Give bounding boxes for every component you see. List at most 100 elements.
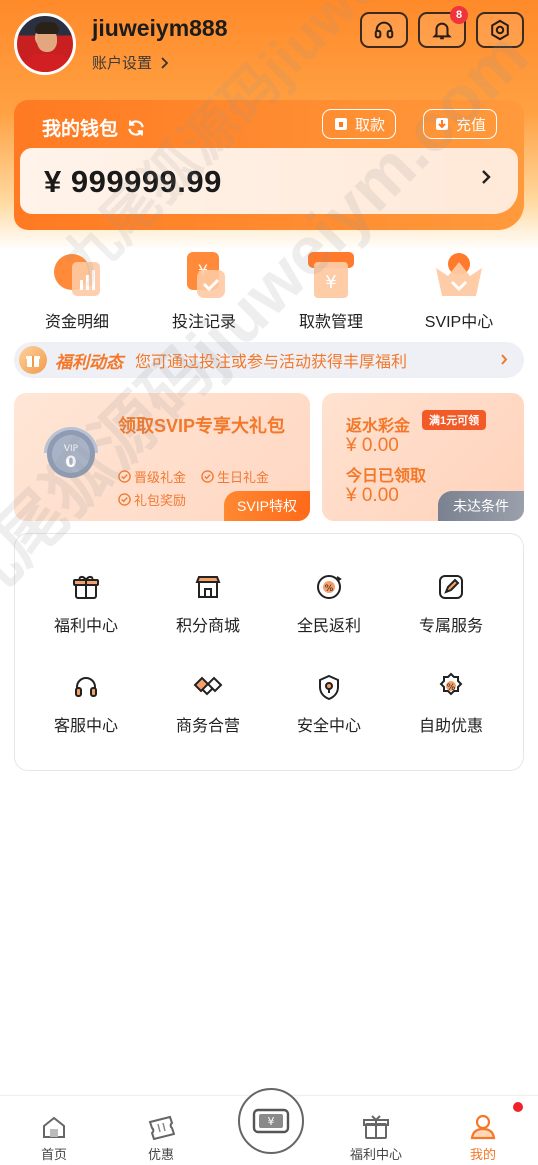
gift-icon bbox=[361, 1112, 391, 1142]
nav-promotions[interactable]: 优惠 bbox=[121, 1112, 201, 1163]
service-label: 自助优惠 bbox=[418, 718, 483, 735]
headset-icon bbox=[374, 21, 394, 39]
vip-tag: 晋级礼金 bbox=[118, 467, 186, 486]
customer-service-button[interactable] bbox=[360, 12, 408, 48]
service-label: 积分商城 bbox=[175, 618, 240, 635]
ticket-icon bbox=[146, 1112, 176, 1142]
vip-medal-icon: VIP 0 bbox=[40, 423, 102, 485]
service-points-mall[interactable]: 积分商城 bbox=[158, 570, 258, 636]
wallet-icon: ¥ bbox=[242, 1092, 300, 1150]
bell-icon bbox=[432, 22, 452, 40]
home-icon bbox=[39, 1112, 69, 1142]
account-settings-label: 账户设置 bbox=[92, 55, 153, 72]
headset-icon bbox=[69, 670, 103, 704]
user-icon bbox=[468, 1102, 523, 1142]
quick-label: SVIP中心 bbox=[424, 314, 494, 331]
rebate-value: ¥ 0.00 bbox=[346, 435, 399, 456]
services-grid: 福利中心 积分商城 % 全民返利 专属服务 客服中心 商务合营 安全中心 % 自… bbox=[14, 533, 524, 771]
gift-icon bbox=[19, 346, 47, 374]
nav-label: 福利中心 bbox=[349, 1147, 402, 1162]
vip-card-title: 领取SVIP专享大礼包 bbox=[118, 416, 286, 436]
today-claimed-value: ¥ 0.00 bbox=[346, 485, 399, 506]
refresh-icon[interactable] bbox=[126, 118, 146, 138]
service-self-discount[interactable]: % 自助优惠 bbox=[401, 670, 501, 736]
rebate-card[interactable]: 返水彩金 满1元可领 ¥ 0.00 今日已领取 ¥ 0.00 未达条件 bbox=[322, 393, 524, 521]
rebate-tag: 满1元可领 bbox=[422, 410, 487, 430]
store-icon bbox=[191, 570, 225, 604]
check-circle-icon bbox=[118, 493, 131, 506]
avatar[interactable] bbox=[14, 13, 76, 75]
service-label: 全民返利 bbox=[296, 618, 361, 635]
welfare-notice-bar[interactable]: 福利动态 您可通过投注或参与活动获得丰厚福利 bbox=[14, 342, 524, 378]
service-label: 客服中心 bbox=[53, 718, 118, 735]
nav-wallet-center-button[interactable]: ¥ bbox=[238, 1088, 304, 1154]
shield-icon bbox=[312, 670, 346, 704]
today-claimed-label: 今日已领取 bbox=[346, 468, 427, 485]
service-label: 安全中心 bbox=[296, 718, 361, 735]
rebate-label: 返水彩金 bbox=[346, 418, 411, 435]
edit-service-icon bbox=[434, 570, 468, 604]
service-rebate-all[interactable]: % 全民返利 bbox=[279, 570, 379, 636]
quick-bet-record[interactable]: ¥ 投注记录 bbox=[149, 248, 259, 332]
notification-dot bbox=[513, 1102, 523, 1112]
vip-tag-label: 晋级礼金 bbox=[134, 470, 187, 485]
handshake-icon bbox=[191, 670, 225, 704]
nav-mine[interactable]: 我的 bbox=[443, 1102, 523, 1163]
withdraw-manage-icon: ¥ bbox=[304, 248, 358, 302]
account-settings-link[interactable]: 账户设置 bbox=[92, 52, 169, 73]
quick-fund-details[interactable]: 资金明细 bbox=[22, 248, 132, 332]
svg-text:¥: ¥ bbox=[268, 1115, 275, 1128]
notification-badge: 8 bbox=[450, 6, 468, 24]
vip-tag: 生日礼金 bbox=[201, 467, 269, 486]
wallet-card: 我的钱包 取款 充值 ¥ 999999.99 bbox=[14, 100, 524, 230]
fund-details-icon bbox=[50, 248, 104, 302]
service-exclusive[interactable]: 专属服务 bbox=[401, 570, 501, 636]
service-label: 商务合营 bbox=[175, 718, 240, 735]
quick-label: 取款管理 bbox=[298, 314, 363, 331]
balance-amount: ¥ 999999.99 bbox=[44, 164, 222, 199]
chevron-right-icon bbox=[482, 170, 491, 184]
nav-label: 我的 bbox=[469, 1147, 496, 1162]
wallet-title: 我的钱包 bbox=[42, 119, 119, 140]
discount-icon: % bbox=[434, 670, 468, 704]
username: jiuweiym888 bbox=[92, 15, 228, 41]
notice-text: 您可通过投注或参与活动获得丰厚福利 bbox=[135, 354, 408, 371]
bottom-nav: 首页 优惠 ¥ 福利中心 我的 bbox=[0, 1088, 538, 1165]
vip-tag: 礼包奖励 bbox=[118, 490, 186, 509]
notice-title: 福利动态 bbox=[55, 352, 123, 372]
notifications-button[interactable]: 8 bbox=[418, 6, 468, 48]
service-welfare-center[interactable]: 福利中心 bbox=[36, 570, 136, 636]
withdraw-button[interactable]: 取款 bbox=[322, 109, 397, 139]
vip-tag-label: 生日礼金 bbox=[217, 470, 270, 485]
service-business[interactable]: 商务合营 bbox=[158, 670, 258, 736]
service-customer-center[interactable]: 客服中心 bbox=[36, 670, 136, 736]
nav-label: 优惠 bbox=[147, 1147, 174, 1162]
vip-medal-level: 0 bbox=[65, 452, 76, 471]
withdraw-icon bbox=[335, 118, 347, 130]
check-circle-icon bbox=[201, 470, 214, 483]
service-security[interactable]: 安全中心 bbox=[279, 670, 379, 736]
svg-text:%: % bbox=[447, 683, 456, 693]
settings-button[interactable] bbox=[476, 12, 524, 48]
svip-gift-card[interactable]: VIP 0 领取SVIP专享大礼包 晋级礼金 生日礼金 礼包奖励 SVIP特权 bbox=[14, 393, 310, 521]
svg-text:¥: ¥ bbox=[325, 272, 336, 293]
quick-svip-center[interactable]: SVIP中心 bbox=[404, 248, 514, 332]
svip-center-icon bbox=[432, 248, 486, 302]
service-label: 福利中心 bbox=[53, 618, 118, 635]
deposit-label: 充值 bbox=[456, 116, 487, 134]
svip-privilege-button[interactable]: SVIP特权 bbox=[224, 491, 310, 521]
nav-home[interactable]: 首页 bbox=[14, 1112, 94, 1163]
bet-record-icon: ¥ bbox=[177, 248, 231, 302]
quick-withdraw-manage[interactable]: ¥ 取款管理 bbox=[276, 248, 386, 332]
balance-panel[interactable]: ¥ 999999.99 bbox=[20, 148, 518, 214]
service-label: 专属服务 bbox=[418, 618, 483, 635]
gift-icon bbox=[69, 570, 103, 604]
svg-text:%: % bbox=[325, 584, 334, 594]
deposit-button[interactable]: 充值 bbox=[423, 109, 498, 139]
chevron-right-icon bbox=[501, 354, 508, 365]
nav-welfare-center[interactable]: 福利中心 bbox=[336, 1112, 416, 1163]
condition-not-met-button[interactable]: 未达条件 bbox=[438, 491, 524, 521]
gear-icon bbox=[491, 19, 509, 41]
wallet-title-row: 我的钱包 bbox=[42, 114, 146, 141]
rebate-icon: % bbox=[312, 570, 346, 604]
